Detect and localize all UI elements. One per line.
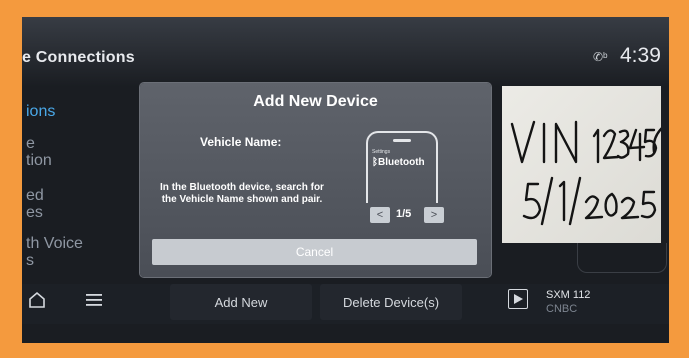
- next-page-button[interactable]: >: [424, 207, 444, 223]
- sidebar-item-connections[interactable]: ions: [26, 103, 55, 120]
- add-device-dialog: Add New Device Vehicle Name: In the Blue…: [140, 83, 491, 277]
- bluetooth-status-icon: ✆ᵇ: [593, 50, 608, 64]
- handwritten-note: [502, 86, 661, 243]
- bluetooth-text: Bluetooth: [378, 157, 425, 168]
- infotainment-screen: e Connections ✆ᵇ 4:39 ions e tion ed es …: [22, 17, 669, 343]
- pairing-instructions: In the Bluetooth device, search for the …: [160, 182, 324, 205]
- media-station: SXM 112: [546, 289, 591, 301]
- home-icon[interactable]: [28, 291, 46, 309]
- dialog-title: Add New Device: [253, 93, 378, 110]
- previous-page-button[interactable]: <: [370, 207, 390, 223]
- clock: 4:39: [620, 44, 661, 67]
- delete-devices-button[interactable]: Delete Device(s): [320, 284, 462, 320]
- handwriting-drawing: [510, 120, 661, 226]
- sidebar-item-voice[interactable]: th Voice s: [26, 235, 83, 269]
- sidebar-item-3[interactable]: ed es: [26, 187, 44, 221]
- vehicle-name-label: Vehicle Name:: [200, 135, 282, 149]
- cancel-button[interactable]: Cancel: [152, 239, 477, 265]
- page-indicator: 1/5: [396, 208, 412, 220]
- page-title: e Connections: [22, 49, 135, 66]
- phone-bluetooth-label: ᛒBluetooth: [372, 157, 425, 168]
- media-channel: CNBC: [546, 303, 578, 315]
- play-icon: [514, 294, 523, 304]
- panel-edge: [577, 243, 667, 273]
- phone-settings-label: Settings: [372, 149, 391, 155]
- phone-speaker: [393, 139, 411, 142]
- menu-icon[interactable]: [86, 293, 102, 307]
- phone-illustration: Settings ᛒBluetooth: [366, 131, 438, 203]
- add-new-button[interactable]: Add New: [170, 284, 312, 320]
- sidebar-item-2[interactable]: e tion: [26, 135, 52, 169]
